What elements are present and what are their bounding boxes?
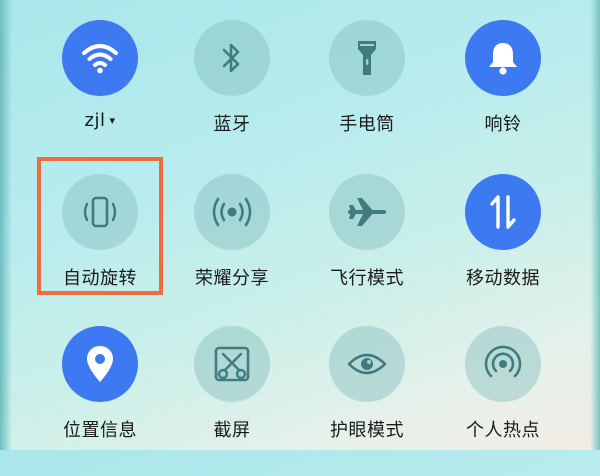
flashlight-icon <box>358 41 376 75</box>
share-signal-icon <box>212 197 252 227</box>
mobile-data-label: 移动数据 <box>466 268 540 289</box>
tile-mobile-data[interactable]: 移动数据 <box>433 174 573 324</box>
tile-eye-comfort[interactable]: 护眼模式 <box>297 326 437 476</box>
tile-wifi[interactable]: zjl ▾ <box>30 20 170 170</box>
chevron-down-icon[interactable]: ▾ <box>109 114 115 127</box>
auto-rotate-toggle[interactable] <box>62 174 138 250</box>
flashlight-label: 手电筒 <box>339 114 395 135</box>
wifi-network-name: zjl <box>84 110 106 131</box>
eye-icon <box>347 353 387 375</box>
mobile-data-icon <box>490 195 516 229</box>
tile-ring[interactable]: 响铃 <box>433 20 573 170</box>
right-edge-shadow <box>590 0 600 450</box>
bluetooth-toggle[interactable] <box>194 20 270 96</box>
location-pin-icon <box>87 346 113 382</box>
tile-auto-rotate[interactable]: 自动旋转 <box>30 174 170 324</box>
hotspot-toggle[interactable] <box>465 326 541 402</box>
mobile-data-toggle[interactable] <box>465 174 541 250</box>
hotspot-label: 个人热点 <box>466 420 540 441</box>
honor-share-toggle[interactable] <box>194 174 270 250</box>
flashlight-toggle[interactable] <box>329 20 405 96</box>
wifi-icon <box>82 44 118 74</box>
airplane-mode-toggle[interactable] <box>329 174 405 250</box>
wifi-label: zjl ▾ <box>85 110 116 131</box>
screenshot-toggle[interactable] <box>194 326 270 402</box>
ring-label: 响铃 <box>484 114 522 135</box>
screenshot-label: 截屏 <box>213 420 251 441</box>
screenshot-icon <box>214 346 250 382</box>
tile-location[interactable]: 位置信息 <box>30 326 170 476</box>
tile-hotspot[interactable]: 个人热点 <box>433 326 573 476</box>
tile-honor-share[interactable]: 荣耀分享 <box>162 174 302 324</box>
tile-bluetooth[interactable]: 蓝牙 <box>162 20 302 170</box>
location-label: 位置信息 <box>63 420 137 441</box>
bluetooth-label: 蓝牙 <box>213 114 251 135</box>
bluetooth-icon <box>222 43 240 73</box>
bell-icon <box>489 43 517 75</box>
tile-screenshot[interactable]: 截屏 <box>162 326 302 476</box>
airplane-mode-label: 飞行模式 <box>330 268 404 289</box>
tile-airplane-mode[interactable]: 飞行模式 <box>297 174 437 324</box>
eye-comfort-toggle[interactable] <box>329 326 405 402</box>
tile-flashlight[interactable]: 手电筒 <box>297 20 437 170</box>
location-toggle[interactable] <box>62 326 138 402</box>
eye-comfort-label: 护眼模式 <box>330 420 404 441</box>
hotspot-icon <box>484 345 522 378</box>
auto-rotate-label: 自动旋转 <box>63 268 137 289</box>
honor-share-label: 荣耀分享 <box>195 268 269 289</box>
wifi-toggle[interactable] <box>62 20 138 96</box>
left-edge-shadow <box>0 0 12 450</box>
ring-toggle[interactable] <box>465 20 541 96</box>
auto-rotate-icon <box>83 196 117 228</box>
airplane-icon <box>348 198 386 226</box>
